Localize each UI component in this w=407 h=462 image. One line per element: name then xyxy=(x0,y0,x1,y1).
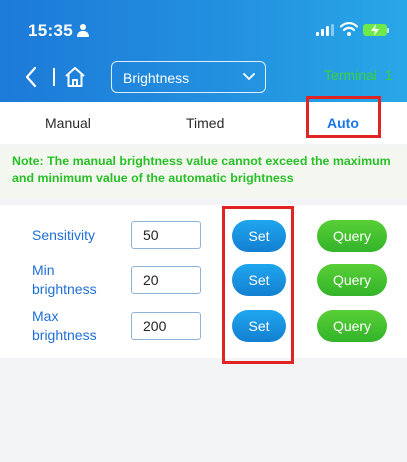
chevron-down-icon xyxy=(243,73,255,81)
set-buttons-highlight xyxy=(222,206,294,364)
sensitivity-input[interactable] xyxy=(131,221,201,249)
signal-icon xyxy=(316,24,334,36)
max-brightness-input[interactable] xyxy=(131,312,201,340)
max-brightness-query-button[interactable]: Query xyxy=(317,310,387,342)
tab-manual[interactable]: Manual xyxy=(45,115,91,131)
min-brightness-label: Min brightness xyxy=(32,262,97,297)
status-time: 15:35 xyxy=(28,21,73,40)
min-brightness-query-button[interactable]: Query xyxy=(317,264,387,296)
auto-tab-highlight xyxy=(306,96,381,138)
sensitivity-label: Sensitivity xyxy=(32,227,96,243)
selected-option: Brightness xyxy=(123,70,190,86)
terminal-label[interactable]: Terminal 1 xyxy=(324,67,393,83)
wifi-icon xyxy=(340,22,358,36)
max-brightness-label: Max brightness xyxy=(32,308,97,343)
app-header: 15:35 Brightness Terminal 1 xyxy=(0,0,407,102)
auto-settings-panel: Sensitivity Set Query Minbrightness Set … xyxy=(0,205,407,358)
note-text: Note: The manual brightness value cannot… xyxy=(12,154,391,185)
tab-timed[interactable]: Timed xyxy=(186,115,224,131)
note-banner: Note: The manual brightness value cannot… xyxy=(0,148,407,199)
home-icon[interactable] xyxy=(64,66,86,88)
back-chevron-icon[interactable] xyxy=(24,66,38,88)
charging-bolt-icon xyxy=(371,24,379,36)
person-icon xyxy=(77,24,89,37)
min-brightness-input[interactable] xyxy=(131,266,201,294)
function-select[interactable]: Brightness xyxy=(111,61,266,93)
status-icons xyxy=(316,21,392,39)
sensitivity-query-button[interactable]: Query xyxy=(317,220,387,252)
nav-divider xyxy=(53,68,55,86)
